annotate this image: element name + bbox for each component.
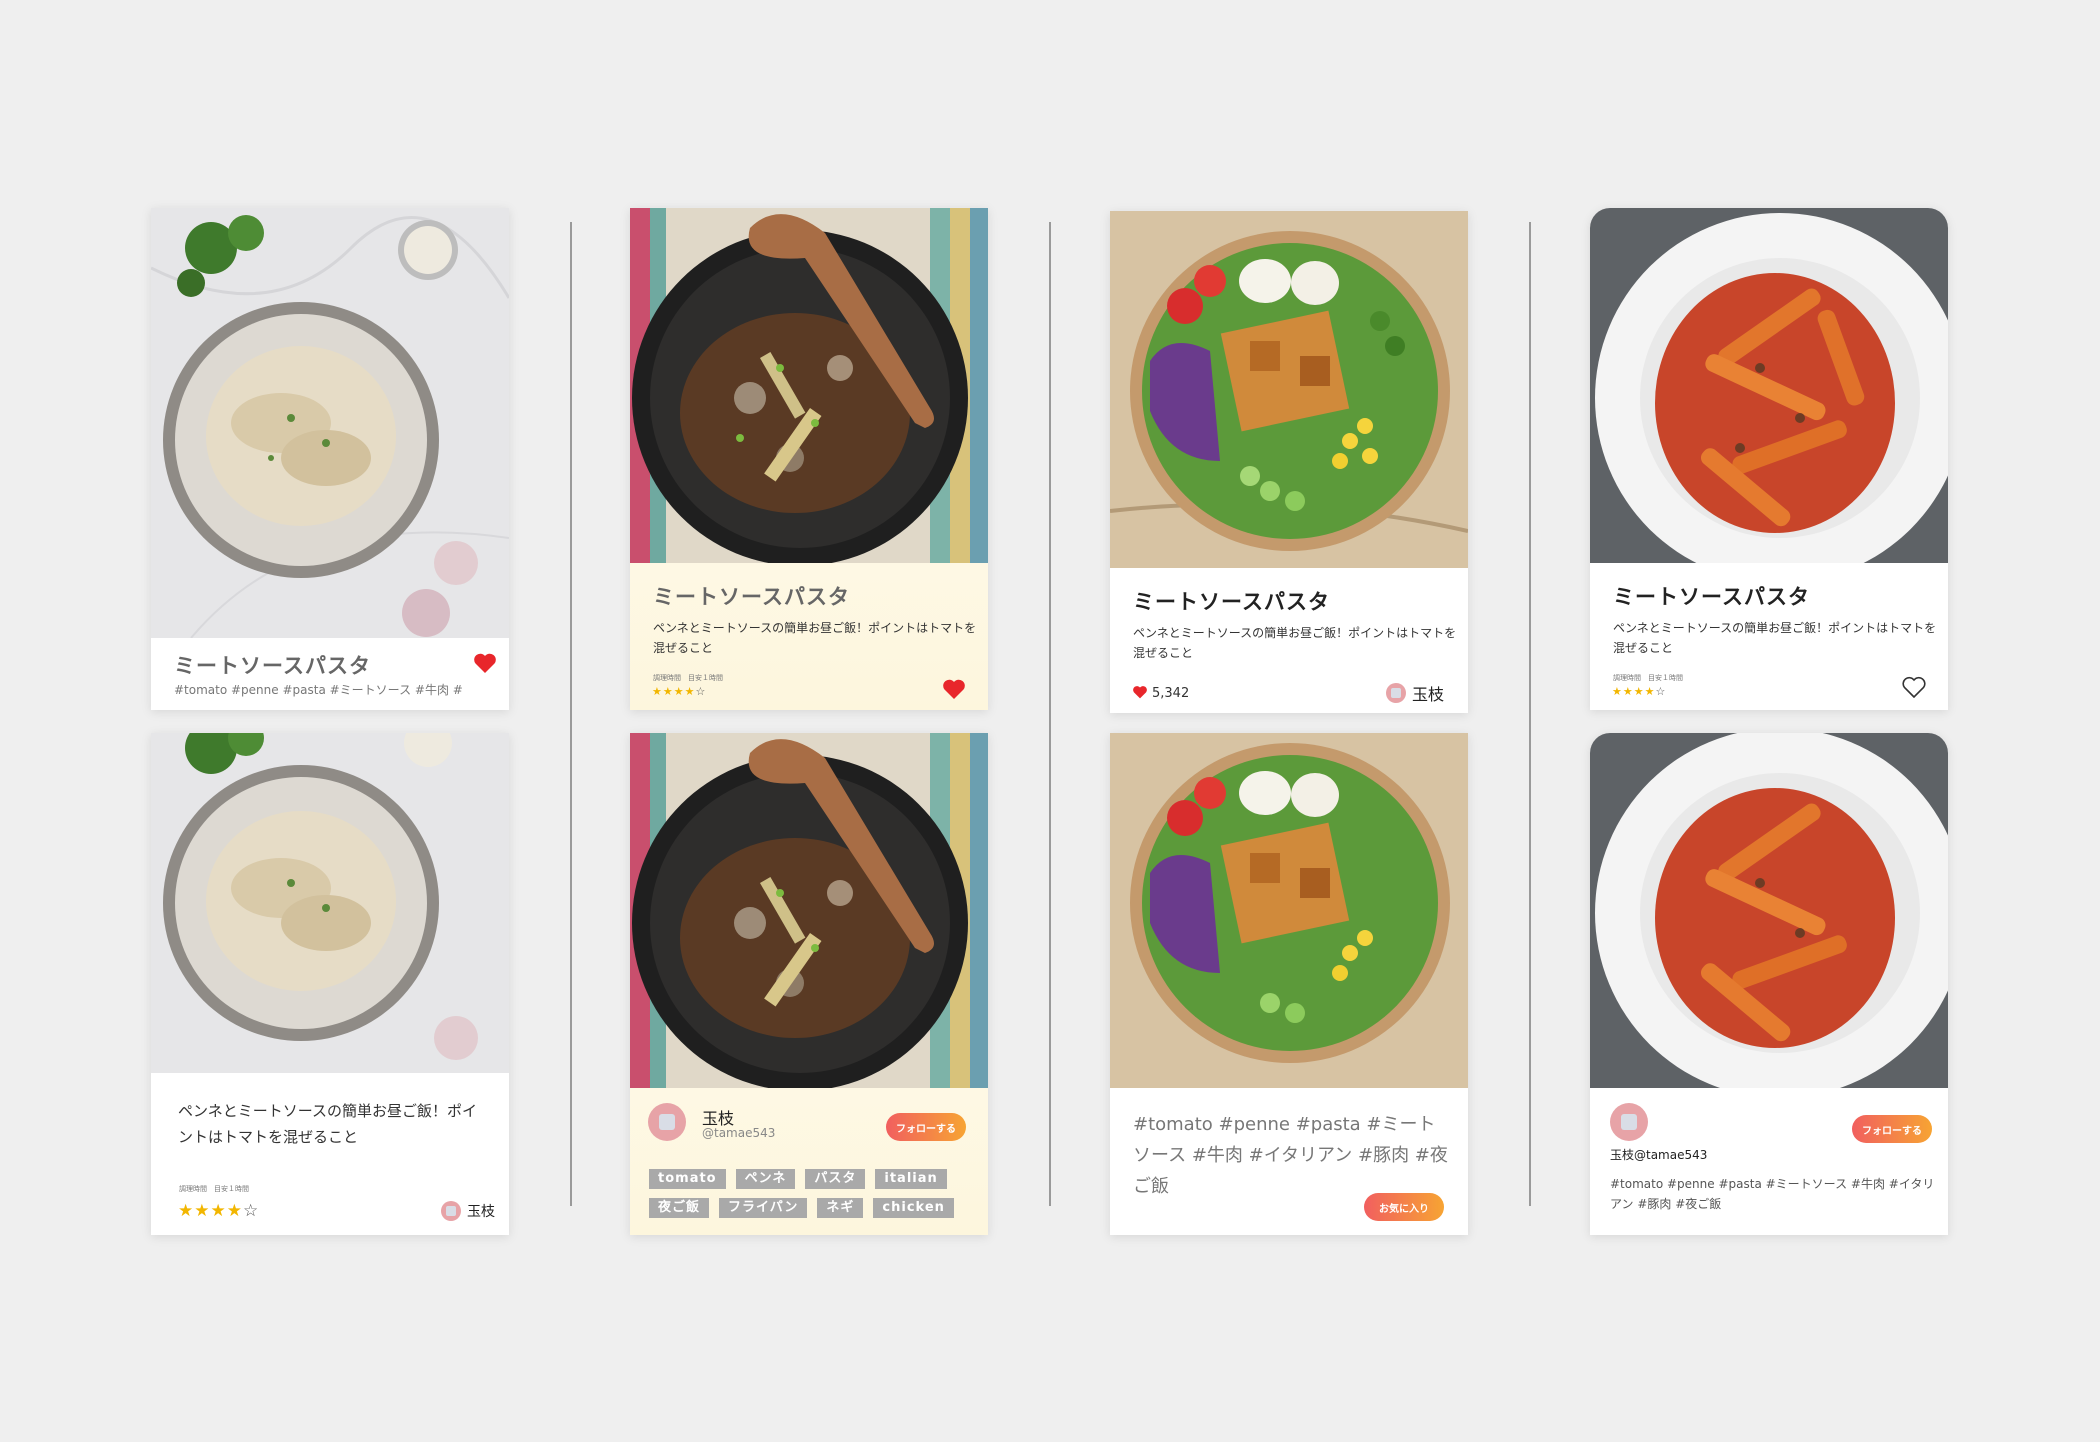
recipe-tags: #tomato #penne #pasta #ミートソース #牛肉 #イタリアン…: [1610, 1177, 1935, 1211]
author[interactable]: 玉枝: [1386, 681, 1444, 705]
heart-outline-icon[interactable]: [1902, 676, 1926, 698]
tag-chip[interactable]: italian: [875, 1169, 947, 1189]
author-name-handle: 玉枝@tamae543: [1610, 1148, 1708, 1162]
star-empty-icon: ☆: [242, 1201, 260, 1221]
recipe-tags: #tomato #penne #pasta #ミートソース #牛肉 #イタリアン…: [1133, 1114, 1448, 1197]
column-divider: [570, 222, 572, 1206]
recipe-title: ミートソースパスタ: [1133, 590, 1330, 614]
recipe-card-variant-1b[interactable]: ペンネとミートソースの簡単お昼ご飯！ポイントはトマトを混ぜること 調理時間 目安…: [151, 733, 509, 1235]
recipe-photo-cream-pasta: [151, 733, 509, 1073]
tag-chip[interactable]: chicken: [873, 1198, 954, 1218]
avatar-icon[interactable]: [648, 1103, 686, 1141]
tag-chips: tomato ペンネ パスタ italian 夜ご飯 フライパン ネギ chicken: [649, 1168, 979, 1226]
recipe-description: ペンネとミートソースの簡単お昼ご飯！ポイントはトマトを混ぜること: [653, 621, 977, 655]
star-empty-icon: ☆: [1655, 685, 1667, 698]
tag-chip[interactable]: ネギ: [817, 1198, 864, 1218]
recipe-photo-penne: [1590, 208, 1948, 563]
cook-time: 調理時間 目安１時間: [179, 1185, 249, 1193]
star-icon: ★★★★: [652, 685, 696, 698]
like-count: 5,342: [1152, 686, 1190, 701]
recipe-photo-salad-bowl: [1110, 211, 1468, 568]
tag-chip[interactable]: 夜ご飯: [649, 1198, 710, 1218]
recipe-description: ペンネとミートソースの簡単お昼ご飯！ポイントはトマトを混ぜること: [1613, 621, 1937, 655]
author-name: 玉枝: [467, 1204, 495, 1220]
tag-chip[interactable]: tomato: [649, 1169, 726, 1189]
recipe-photo-salad-bowl: [1110, 733, 1468, 1088]
recipe-photo-stir-fry: [630, 733, 988, 1088]
cook-time: 調理時間 目安１時間: [653, 674, 723, 682]
favorite-button[interactable]: お気に入り: [1364, 1193, 1444, 1221]
tag-chip[interactable]: フライパン: [719, 1198, 808, 1218]
star-empty-icon: ☆: [695, 685, 707, 698]
heart-filled-icon[interactable]: [1132, 685, 1148, 699]
rating-stars: ★★★★☆: [178, 1201, 259, 1221]
author-name: 玉枝: [1412, 685, 1445, 704]
recipe-card-variant-4b[interactable]: 玉枝@tamae543 フォローする #tomato #penne #pasta…: [1590, 733, 1948, 1235]
follow-button[interactable]: フォローする: [1852, 1115, 1932, 1143]
recipe-photo-stir-fry: [630, 208, 988, 563]
recipe-photo-penne: [1590, 733, 1948, 1088]
author-handle: @tamae543: [702, 1126, 776, 1140]
recipe-title: ミートソースパスタ: [1613, 585, 1810, 609]
star-icon: ★★★★: [1612, 685, 1656, 698]
heart-filled-icon[interactable]: [473, 652, 497, 674]
rating-stars: ★★★★☆: [652, 685, 706, 698]
cook-time: 調理時間 目安１時間: [1613, 674, 1683, 682]
recipe-card-variant-3a[interactable]: ミートソースパスタ ペンネとミートソースの簡単お昼ご飯！ポイントはトマトを混ぜる…: [1110, 211, 1468, 713]
avatar-icon: [1386, 683, 1406, 703]
star-icon: ★★★★: [178, 1201, 243, 1221]
recipe-card-variant-2a[interactable]: ミートソースパスタ ペンネとミートソースの簡単お昼ご飯！ポイントはトマトを混ぜる…: [630, 208, 988, 710]
heart-filled-icon[interactable]: [942, 678, 966, 700]
recipe-card-variant-3b[interactable]: #tomato #penne #pasta #ミートソース #牛肉 #イタリアン…: [1110, 733, 1468, 1235]
recipe-card-variant-2b[interactable]: 玉枝 @tamae543 フォローする tomato ペンネ パスタ italian夜…: [630, 733, 988, 1235]
recipe-description: ペンネとミートソースの簡単お昼ご飯！ポイントはトマトを混ぜること: [178, 1102, 477, 1146]
tag-chip[interactable]: ペンネ: [735, 1169, 796, 1189]
rating-stars: ★★★★☆: [1612, 685, 1666, 698]
recipe-description: ペンネとミートソースの簡単お昼ご飯！ポイントはトマトを混ぜること: [1133, 626, 1457, 660]
avatar-icon[interactable]: [1610, 1103, 1648, 1141]
recipe-card-variant-4a[interactable]: ミートソースパスタ ペンネとミートソースの簡単お昼ご飯！ポイントはトマトを混ぜる…: [1590, 208, 1948, 710]
author[interactable]: 玉枝: [441, 1201, 495, 1221]
column-divider: [1529, 222, 1531, 1206]
column-divider: [1049, 222, 1051, 1206]
avatar-icon: [441, 1201, 461, 1221]
follow-button[interactable]: フォローする: [886, 1113, 966, 1141]
tag-chip[interactable]: パスタ: [805, 1169, 866, 1189]
recipe-title: ミートソースパスタ: [174, 654, 371, 678]
recipe-photo-cream-pasta: [151, 208, 509, 638]
recipe-card-variant-1a[interactable]: ミートソースパスタ #tomato #penne #pasta #ミートソース …: [151, 208, 509, 710]
recipe-title: ミートソースパスタ: [653, 585, 850, 609]
recipe-tags: #tomato #penne #pasta #ミートソース #牛肉 #: [174, 683, 463, 697]
